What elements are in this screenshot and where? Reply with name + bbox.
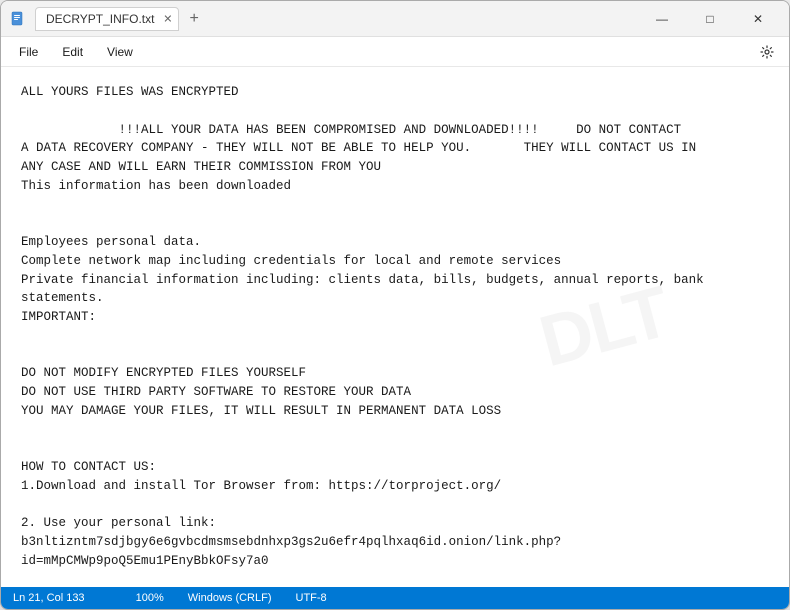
tab-close-button[interactable]: ✕ xyxy=(163,12,172,25)
window-controls: — □ ✕ xyxy=(639,3,781,35)
status-line-col: Ln 21, Col 133 xyxy=(13,587,97,609)
status-zoom: 100% xyxy=(124,587,176,609)
minimize-button[interactable]: — xyxy=(639,3,685,35)
status-line-ending: Windows (CRLF) xyxy=(176,587,284,609)
tab-area: DECRYPT_INFO.txt ✕ + xyxy=(35,7,205,31)
new-tab-button[interactable]: + xyxy=(183,10,204,28)
menu-edit[interactable]: Edit xyxy=(52,41,93,63)
app-icon xyxy=(9,10,27,28)
title-bar-left: DECRYPT_INFO.txt ✕ + xyxy=(9,7,639,31)
active-tab[interactable]: DECRYPT_INFO.txt ✕ xyxy=(35,7,179,31)
title-bar: DECRYPT_INFO.txt ✕ + — □ ✕ xyxy=(1,1,789,37)
settings-button[interactable] xyxy=(753,38,781,66)
menu-bar: File Edit View xyxy=(1,37,789,67)
menu-view[interactable]: View xyxy=(97,41,143,63)
close-button[interactable]: ✕ xyxy=(735,3,781,35)
tab-label: DECRYPT_INFO.txt xyxy=(46,12,154,26)
menu-file[interactable]: File xyxy=(9,41,48,63)
content-wrapper: DLT ALL YOURS FILES WAS ENCRYPTED !!!ALL… xyxy=(1,67,789,587)
text-content[interactable]: ALL YOURS FILES WAS ENCRYPTED !!!ALL YOU… xyxy=(1,67,789,587)
main-window: DECRYPT_INFO.txt ✕ + — □ ✕ File Edit Vie… xyxy=(0,0,790,610)
status-encoding: UTF-8 xyxy=(284,587,339,609)
status-bar: Ln 21, Col 133 100% Windows (CRLF) UTF-8 xyxy=(1,587,789,609)
maximize-button[interactable]: □ xyxy=(687,3,733,35)
